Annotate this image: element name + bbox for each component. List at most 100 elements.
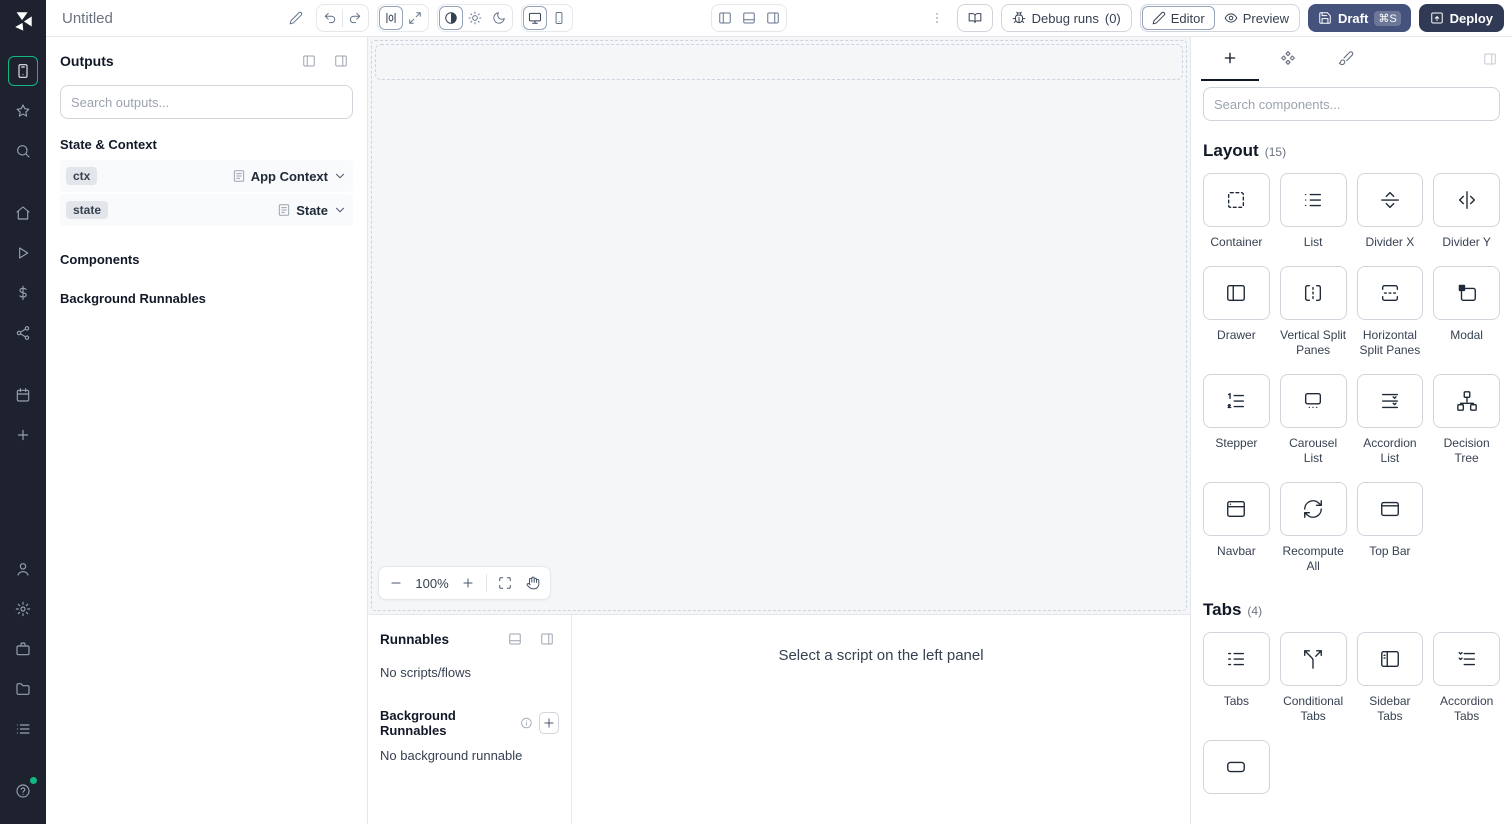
theme-light-button[interactable] bbox=[463, 6, 487, 30]
rail-settings-button[interactable] bbox=[8, 594, 38, 624]
rail-schedules-button[interactable] bbox=[8, 380, 38, 410]
zoom-in-button[interactable] bbox=[455, 570, 481, 596]
chevron-down-icon[interactable] bbox=[333, 169, 347, 183]
component-card-modal[interactable] bbox=[1433, 266, 1500, 320]
component-card-partial[interactable] bbox=[1203, 740, 1270, 794]
toggle-left-panel-button[interactable] bbox=[713, 6, 737, 30]
rail-runs-button[interactable] bbox=[8, 238, 38, 268]
zoom-out-button[interactable] bbox=[383, 570, 409, 596]
rail-workers-button[interactable] bbox=[8, 634, 38, 664]
runnables-collapse-button[interactable] bbox=[503, 627, 527, 651]
component-card-list[interactable] bbox=[1279, 173, 1347, 227]
ctx-row[interactable]: ctx App Context bbox=[60, 160, 353, 192]
component-cell: Divider X bbox=[1356, 173, 1424, 250]
component-card-container[interactable] bbox=[1203, 173, 1270, 227]
plus-icon bbox=[17, 429, 29, 441]
debug-runs-count: (0) bbox=[1104, 10, 1121, 26]
component-card-navbar[interactable] bbox=[1203, 482, 1270, 536]
rail-resources-button[interactable] bbox=[8, 318, 38, 348]
rail-logs-button[interactable] bbox=[8, 714, 38, 744]
component-card-accordion-list[interactable] bbox=[1356, 374, 1424, 428]
rail-user-button[interactable] bbox=[8, 554, 38, 584]
button-icon bbox=[1227, 761, 1246, 773]
horizontal-split-icon bbox=[1381, 284, 1398, 302]
component-card-decision-tree[interactable] bbox=[1433, 374, 1500, 428]
brush-icon bbox=[1338, 51, 1354, 66]
container-icon bbox=[1228, 191, 1245, 209]
rail-search-button[interactable] bbox=[8, 136, 38, 166]
home-icon bbox=[16, 206, 30, 220]
contrast-icon bbox=[445, 12, 457, 24]
collapse-components-panel-button[interactable] bbox=[1478, 47, 1502, 71]
component-cell bbox=[1203, 740, 1270, 794]
toggle-right-panel-button[interactable] bbox=[761, 6, 785, 30]
rail-home-button[interactable] bbox=[8, 198, 38, 228]
accordion-icon bbox=[1381, 393, 1398, 409]
components-search-input[interactable] bbox=[1203, 87, 1500, 121]
deploy-button[interactable]: Deploy bbox=[1418, 4, 1505, 32]
component-card-vertical-split[interactable] bbox=[1279, 266, 1347, 320]
outputs-search-input[interactable] bbox=[60, 85, 353, 119]
divider-y-icon bbox=[1458, 191, 1475, 209]
tab-insert-component[interactable] bbox=[1201, 37, 1259, 81]
app-canvas[interactable]: 100% bbox=[368, 37, 1190, 614]
component-label: List bbox=[1303, 235, 1323, 249]
preview-tab-button[interactable]: Preview bbox=[1215, 6, 1298, 30]
more-options-button[interactable] bbox=[925, 6, 949, 30]
component-card-divider-y[interactable] bbox=[1433, 173, 1500, 227]
component-card-drawer[interactable] bbox=[1203, 266, 1270, 320]
rail-folders-button[interactable] bbox=[8, 674, 38, 704]
debug-runs-button[interactable]: Debug runs (0) bbox=[1000, 4, 1132, 32]
editor-tab-button[interactable]: Editor bbox=[1141, 6, 1215, 30]
tab-component-settings[interactable] bbox=[1259, 37, 1317, 81]
editor-preview-segment: Editor Preview bbox=[1139, 4, 1300, 32]
component-card-carousel[interactable] bbox=[1279, 374, 1347, 428]
canvas-top-drop-zone[interactable] bbox=[375, 44, 1183, 80]
pan-tool-button[interactable] bbox=[520, 570, 546, 596]
rail-variables-button[interactable] bbox=[8, 278, 38, 308]
outputs-collapse-left-button[interactable] bbox=[297, 49, 321, 73]
draft-button[interactable]: Draft ⌘S bbox=[1307, 4, 1411, 32]
panel-right-icon bbox=[541, 633, 553, 645]
component-card-divider-x[interactable] bbox=[1356, 173, 1424, 227]
state-row[interactable]: state State bbox=[60, 194, 353, 226]
desktop-view-button[interactable] bbox=[523, 6, 547, 30]
components-scroll-area[interactable]: Layout (15) Container List Divider X Div… bbox=[1191, 123, 1512, 824]
component-card-accordion-tabs[interactable] bbox=[1433, 632, 1500, 686]
undo-button[interactable] bbox=[318, 6, 342, 30]
toggle-bottom-panel-button[interactable] bbox=[737, 6, 761, 30]
component-card-stepper[interactable] bbox=[1203, 374, 1270, 428]
rail-favorites-button[interactable] bbox=[8, 96, 38, 126]
info-icon bbox=[520, 717, 532, 729]
theme-dark-button[interactable] bbox=[487, 6, 511, 30]
redo-button[interactable] bbox=[343, 6, 367, 30]
rail-app-editor-button[interactable] bbox=[8, 56, 38, 86]
outputs-collapse-right-button[interactable] bbox=[329, 49, 353, 73]
expand-canvas-button[interactable] bbox=[403, 6, 427, 30]
component-card-tabs[interactable] bbox=[1203, 632, 1270, 686]
tabs-components-grid: Tabs Conditional Tabs Sidebar Tabs Accor… bbox=[1203, 632, 1500, 794]
docs-button[interactable] bbox=[956, 4, 993, 32]
minus-icon bbox=[391, 582, 401, 584]
zoom-fit-button[interactable] bbox=[492, 570, 518, 596]
rail-more-button[interactable] bbox=[8, 420, 38, 450]
component-card-horizontal-split[interactable] bbox=[1356, 266, 1424, 320]
rail-help-button[interactable] bbox=[8, 776, 38, 806]
add-background-runnable-button[interactable] bbox=[538, 712, 559, 734]
components-panel-tabs bbox=[1191, 37, 1512, 81]
runnables-expand-button[interactable] bbox=[535, 627, 559, 651]
chevron-down-icon[interactable] bbox=[333, 203, 347, 217]
tab-styling[interactable] bbox=[1317, 37, 1375, 81]
windmill-logo[interactable] bbox=[12, 10, 34, 32]
component-card-recompute-all[interactable] bbox=[1279, 482, 1347, 536]
component-cell: Tabs bbox=[1203, 632, 1270, 724]
component-card-conditional-tabs[interactable] bbox=[1279, 632, 1347, 686]
mobile-view-button[interactable] bbox=[547, 6, 571, 30]
panel-right-close-icon bbox=[1484, 53, 1496, 65]
component-card-sidebar-tabs[interactable] bbox=[1356, 632, 1424, 686]
component-card-top-bar[interactable] bbox=[1356, 482, 1424, 536]
guides-toggle-button[interactable] bbox=[379, 6, 403, 30]
app-title: Untitled bbox=[62, 9, 113, 27]
edit-title-button[interactable] bbox=[284, 6, 308, 30]
theme-auto-button[interactable] bbox=[439, 6, 463, 30]
